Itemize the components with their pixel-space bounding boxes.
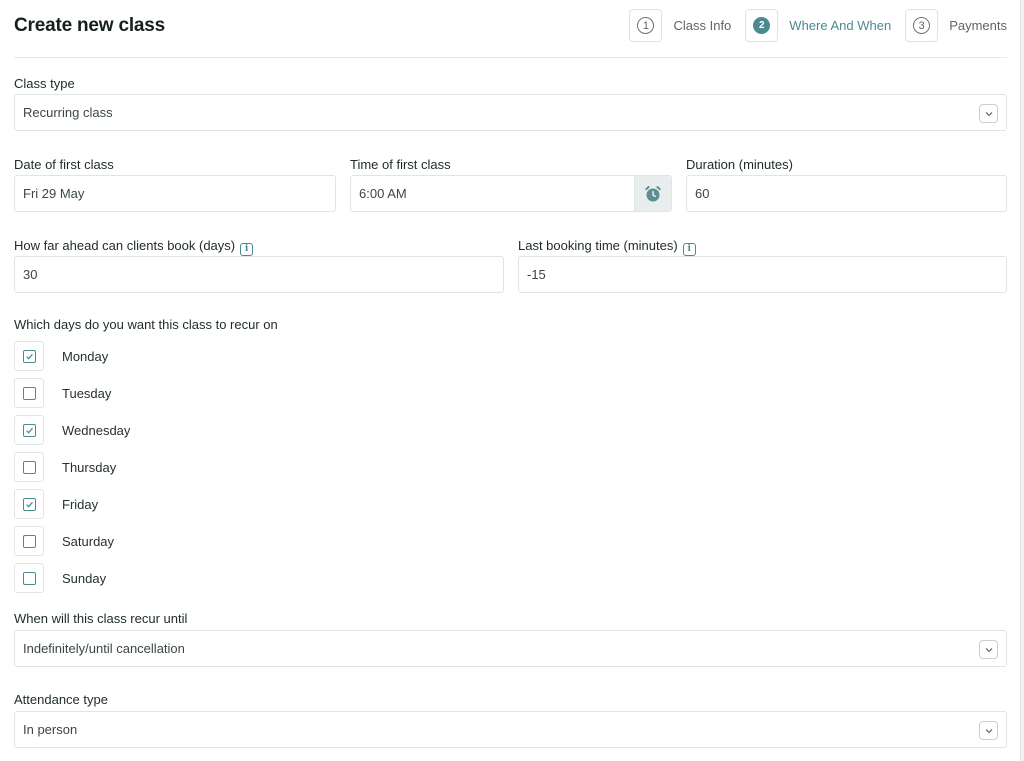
checkbox-empty-icon	[22, 534, 36, 548]
step-number-box: 2	[745, 9, 779, 42]
checkbox-empty-icon	[22, 571, 36, 585]
checkmark-icon	[22, 423, 36, 437]
recur-until-select[interactable]: Indefinitely/until cancellation	[14, 630, 1007, 667]
checkmark-icon	[22, 497, 36, 511]
duration-input[interactable]: 60	[686, 175, 1007, 212]
step-number: 1	[637, 17, 655, 34]
step-number: 2	[753, 17, 771, 34]
day-row-monday[interactable]: Monday	[14, 341, 108, 371]
checkbox-empty-icon	[22, 386, 36, 400]
stepper: 1 Class Info 2 Where And When 3 Payments	[629, 9, 1007, 42]
last-booking-input[interactable]: -15	[518, 256, 1007, 293]
step-number: 3	[913, 17, 931, 34]
book-ahead-label-wrap: How far ahead can clients book (days) i	[14, 238, 254, 256]
book-ahead-input[interactable]: 30	[14, 256, 504, 293]
chevron-down-icon	[979, 640, 998, 659]
class-type-select[interactable]: Recurring class	[14, 94, 1007, 131]
day-row-friday[interactable]: Friday	[14, 489, 98, 519]
day-label: Friday	[62, 496, 99, 512]
checkbox-wednesday[interactable]	[14, 415, 44, 445]
checkbox-empty-icon	[22, 460, 36, 474]
book-ahead-value: 30	[23, 267, 38, 282]
day-label: Saturday	[62, 533, 115, 549]
duration-label: Duration (minutes)	[686, 157, 793, 172]
recur-until-value: Indefinitely/until cancellation	[23, 641, 185, 656]
date-first-input[interactable]: Fri 29 May	[14, 175, 336, 212]
day-row-sunday[interactable]: Sunday	[14, 563, 106, 593]
class-type-label: Class type	[14, 76, 75, 91]
last-booking-value: -15	[527, 267, 546, 282]
day-label: Tuesday	[62, 385, 112, 401]
info-icon[interactable]: i	[682, 242, 696, 256]
alarm-clock-icon	[645, 185, 661, 201]
step-label: Class Info	[673, 18, 732, 33]
checkbox-sunday[interactable]	[14, 563, 44, 593]
book-ahead-label: How far ahead can clients book (days)	[14, 238, 236, 253]
checkbox-tuesday[interactable]	[14, 378, 44, 408]
checkbox-friday[interactable]	[14, 489, 44, 519]
scrollbar[interactable]	[1020, 0, 1024, 761]
info-icon[interactable]: i	[240, 242, 254, 256]
step-label: Payments	[949, 18, 1007, 33]
day-row-wednesday[interactable]: Wednesday	[14, 415, 130, 445]
step-payments[interactable]: 3 Payments	[905, 9, 1007, 42]
clock-button[interactable]	[634, 176, 671, 211]
time-first-value: 6:00 AM	[359, 186, 407, 201]
header: Create new class 1 Class Info 2 Where An…	[14, 0, 1007, 58]
checkbox-monday[interactable]	[14, 341, 44, 371]
checkmark-icon	[22, 349, 36, 363]
date-first-value: Fri 29 May	[23, 186, 85, 201]
step-where-and-when[interactable]: 2 Where And When	[745, 9, 905, 42]
duration-value: 60	[695, 186, 710, 201]
step-number-box: 3	[905, 9, 939, 42]
checkbox-thursday[interactable]	[14, 452, 44, 482]
attendance-value: In person	[23, 722, 78, 737]
step-label: Where And When	[789, 18, 892, 33]
day-row-saturday[interactable]: Saturday	[14, 526, 114, 556]
attendance-select[interactable]: In person	[14, 711, 1007, 748]
attendance-label: Attendance type	[14, 692, 108, 707]
day-label: Wednesday	[62, 422, 131, 438]
day-row-tuesday[interactable]: Tuesday	[14, 378, 111, 408]
day-row-thursday[interactable]: Thursday	[14, 452, 116, 482]
time-first-input[interactable]: 6:00 AM	[350, 175, 672, 212]
time-first-label: Time of first class	[350, 157, 451, 172]
day-label: Thursday	[62, 459, 117, 475]
class-type-value: Recurring class	[23, 105, 113, 120]
page-title: Create new class	[14, 15, 165, 36]
last-booking-label: Last booking time (minutes)	[518, 238, 678, 253]
step-class-info[interactable]: 1 Class Info	[629, 9, 745, 42]
chevron-down-icon	[979, 721, 998, 740]
last-booking-label-wrap: Last booking time (minutes) i	[518, 238, 696, 256]
checkbox-saturday[interactable]	[14, 526, 44, 556]
chevron-down-icon	[979, 104, 998, 123]
step-number-box: 1	[629, 9, 663, 42]
date-first-label: Date of first class	[14, 157, 114, 172]
day-label: Sunday	[62, 570, 107, 586]
day-label: Monday	[62, 348, 109, 364]
recur-until-label: When will this class recur until	[14, 611, 188, 626]
recur-days-label: Which days do you want this class to rec…	[14, 317, 278, 332]
